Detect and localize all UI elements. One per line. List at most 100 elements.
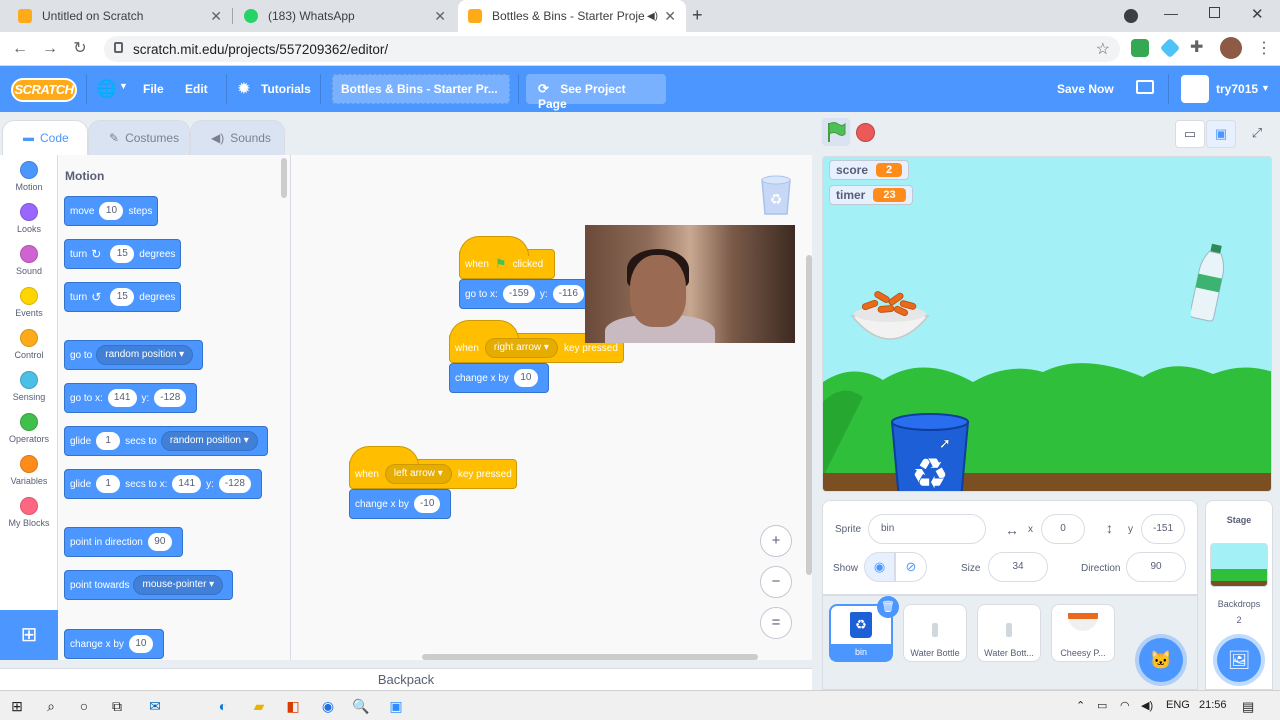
trash-can-icon[interactable]: ♻ xyxy=(758,172,794,216)
sprite-name-input[interactable]: bin xyxy=(868,514,986,544)
cortana-icon[interactable]: ○ xyxy=(74,696,94,716)
show-visible-button[interactable]: ◉ xyxy=(864,552,895,582)
forward-arrow-icon[interactable]: → xyxy=(39,38,61,60)
move-steps-block[interactable]: move 10 steps xyxy=(64,196,159,226)
point-towards-block[interactable]: point towards mouse-pointer ▾ xyxy=(64,570,234,600)
y-input[interactable]: -151 xyxy=(1141,514,1185,544)
reload-icon[interactable]: ↻ xyxy=(69,38,91,60)
file-explorer-icon[interactable]: ▰ xyxy=(249,696,269,716)
category-operators[interactable]: Operators xyxy=(0,413,58,444)
glide-random-block[interactable]: glide 1 secs to random position ▾ xyxy=(64,426,268,456)
change-x-block[interactable]: change x by -10 xyxy=(349,489,452,519)
restore-icon[interactable] xyxy=(1209,7,1220,18)
secs-input[interactable]: 1 xyxy=(96,432,121,450)
turn-right-block[interactable]: turn ↻ 15 degrees xyxy=(64,239,182,269)
direction-input[interactable]: 90 xyxy=(147,533,172,551)
close-window-icon[interactable]: ✕ xyxy=(1251,5,1264,23)
key-dropdown[interactable]: right arrow ▾ xyxy=(484,338,558,358)
size-input[interactable]: 34 xyxy=(988,552,1048,582)
when-flag-clicked-block[interactable]: when ⚑ clicked xyxy=(459,236,555,279)
target-dropdown[interactable]: random position ▾ xyxy=(96,345,194,365)
large-stage-button[interactable]: ▣ xyxy=(1206,120,1236,148)
workspace-vertical-scrollbar[interactable] xyxy=(806,255,812,575)
when-key-pressed-block[interactable]: when left arrow ▾ key pressed xyxy=(349,446,517,489)
input-language[interactable]: ENG xyxy=(1166,699,1190,711)
tutorials-menu[interactable]: Tutorials xyxy=(261,82,311,96)
category-control[interactable]: Control xyxy=(0,329,58,360)
category-my-blocks[interactable]: My Blocks xyxy=(0,497,58,528)
key-dropdown[interactable]: left arrow ▾ xyxy=(384,464,452,484)
go-to-random-block[interactable]: go to random position ▾ xyxy=(64,340,204,370)
target-dropdown[interactable]: mouse-pointer ▾ xyxy=(133,575,224,595)
edge-icon[interactable]: ◐ xyxy=(213,696,233,716)
water-bottle-sprite[interactable] xyxy=(1191,242,1227,322)
office-icon[interactable]: ◧ xyxy=(283,696,303,716)
volume-icon[interactable]: ◀) xyxy=(1141,699,1153,712)
browser-tab[interactable]: Untitled on Scratch ✕ xyxy=(8,0,233,32)
browser-tab-active[interactable]: Bottles & Bins - Starter Proje ◀) ✕ xyxy=(458,0,686,32)
tab-costumes[interactable]: ✎ Costumes xyxy=(88,120,190,155)
tab-code[interactable]: ▬ Code xyxy=(2,120,88,155)
category-events[interactable]: Events xyxy=(0,287,58,318)
category-variables[interactable]: Variables xyxy=(0,455,58,486)
search-icon[interactable]: ⌕ xyxy=(41,696,61,716)
tab-sounds[interactable]: ◀) Sounds xyxy=(190,120,285,155)
go-to-xy-block[interactable]: go to x: 141 y: -128 xyxy=(64,383,198,413)
direction-input[interactable]: 90 xyxy=(1126,552,1186,582)
delete-sprite-icon[interactable]: 🗑 xyxy=(877,596,899,618)
glide-xy-block[interactable]: glide 1 secs to x: 141 y: -128 xyxy=(64,469,262,499)
workspace-horizontal-scrollbar[interactable] xyxy=(422,654,758,660)
category-motion[interactable]: Motion xyxy=(0,161,58,192)
backpack-bar[interactable]: Backpack xyxy=(0,668,812,690)
zoom-reset-button[interactable]: = xyxy=(760,607,792,639)
tab-search-icon[interactable] xyxy=(1124,9,1138,23)
x-input[interactable]: 141 xyxy=(172,475,202,493)
scratch-logo[interactable]: SCRATCH xyxy=(11,78,77,102)
mail-icon[interactable]: ✉ xyxy=(145,696,165,716)
magnifier-icon[interactable]: 🔍 xyxy=(351,696,371,716)
minimize-icon[interactable]: — xyxy=(1164,5,1178,21)
change-x-block[interactable]: change x by 10 xyxy=(64,629,164,659)
new-tab-icon[interactable]: + xyxy=(692,5,703,26)
tray-chevron-icon[interactable]: ⌃ xyxy=(1076,699,1085,712)
back-arrow-icon[interactable]: ← xyxy=(9,38,31,60)
task-view-icon[interactable]: ⧉ xyxy=(107,696,127,716)
stop-button[interactable] xyxy=(856,123,875,142)
turn-left-block[interactable]: turn ↺ 15 degrees xyxy=(64,282,182,312)
choose-sprite-button[interactable]: 🐱 xyxy=(1139,638,1183,682)
zoom-in-button[interactable]: + xyxy=(760,525,792,557)
palette-scrollbar[interactable] xyxy=(281,158,287,198)
degrees-input[interactable]: 15 xyxy=(110,288,135,306)
speaker-icon[interactable]: ◀) xyxy=(647,11,658,22)
close-tab-icon[interactable]: ✕ xyxy=(434,8,446,25)
x-input[interactable]: -159 xyxy=(502,285,535,303)
kebab-menu-icon[interactable]: ⋮ xyxy=(1256,38,1272,58)
edit-menu[interactable]: Edit xyxy=(185,82,208,96)
choose-backdrop-button[interactable]: 🖼 xyxy=(1217,638,1261,682)
x-input[interactable]: 0 xyxy=(1041,514,1085,544)
category-sound[interactable]: Sound xyxy=(0,245,58,276)
profile-avatar[interactable] xyxy=(1220,37,1242,59)
green-flag-button[interactable] xyxy=(822,118,850,146)
go-to-xy-block[interactable]: go to x: -159 y: -116 xyxy=(459,279,599,309)
sprite-tile-cheesy-puffs[interactable]: Cheesy P... xyxy=(1051,604,1115,662)
project-title-input[interactable]: Bottles & Bins - Starter Pr... xyxy=(332,74,510,104)
file-menu[interactable]: File xyxy=(143,82,164,96)
add-extension-button[interactable]: ⊞ xyxy=(0,610,58,660)
bin-sprite[interactable]: ♻ xyxy=(889,412,971,492)
zoom-out-button[interactable]: − xyxy=(760,566,792,598)
puzzle-extensions-icon[interactable]: ✚ xyxy=(1190,37,1203,57)
change-x-input[interactable]: -10 xyxy=(413,495,441,513)
zoom-app-icon[interactable]: ▣ xyxy=(386,696,406,716)
close-tab-icon[interactable]: ✕ xyxy=(210,8,222,25)
url-input[interactable]: scratch.mit.edu/projects/557209362/edito… xyxy=(104,36,1120,62)
y-input[interactable]: -116 xyxy=(552,285,584,303)
change-x-input[interactable]: 10 xyxy=(513,369,538,387)
clock[interactable]: 21:56 xyxy=(1199,699,1227,711)
stage-canvas[interactable]: score 2 timer 23 ♻ ➚ xyxy=(822,156,1272,492)
wifi-icon[interactable]: ◠ xyxy=(1120,699,1130,712)
point-direction-block[interactable]: point in direction 90 xyxy=(64,527,183,557)
small-stage-button[interactable]: ▭ xyxy=(1175,120,1205,148)
extension-icon[interactable] xyxy=(1131,39,1149,57)
target-dropdown[interactable]: random position ▾ xyxy=(160,431,258,451)
